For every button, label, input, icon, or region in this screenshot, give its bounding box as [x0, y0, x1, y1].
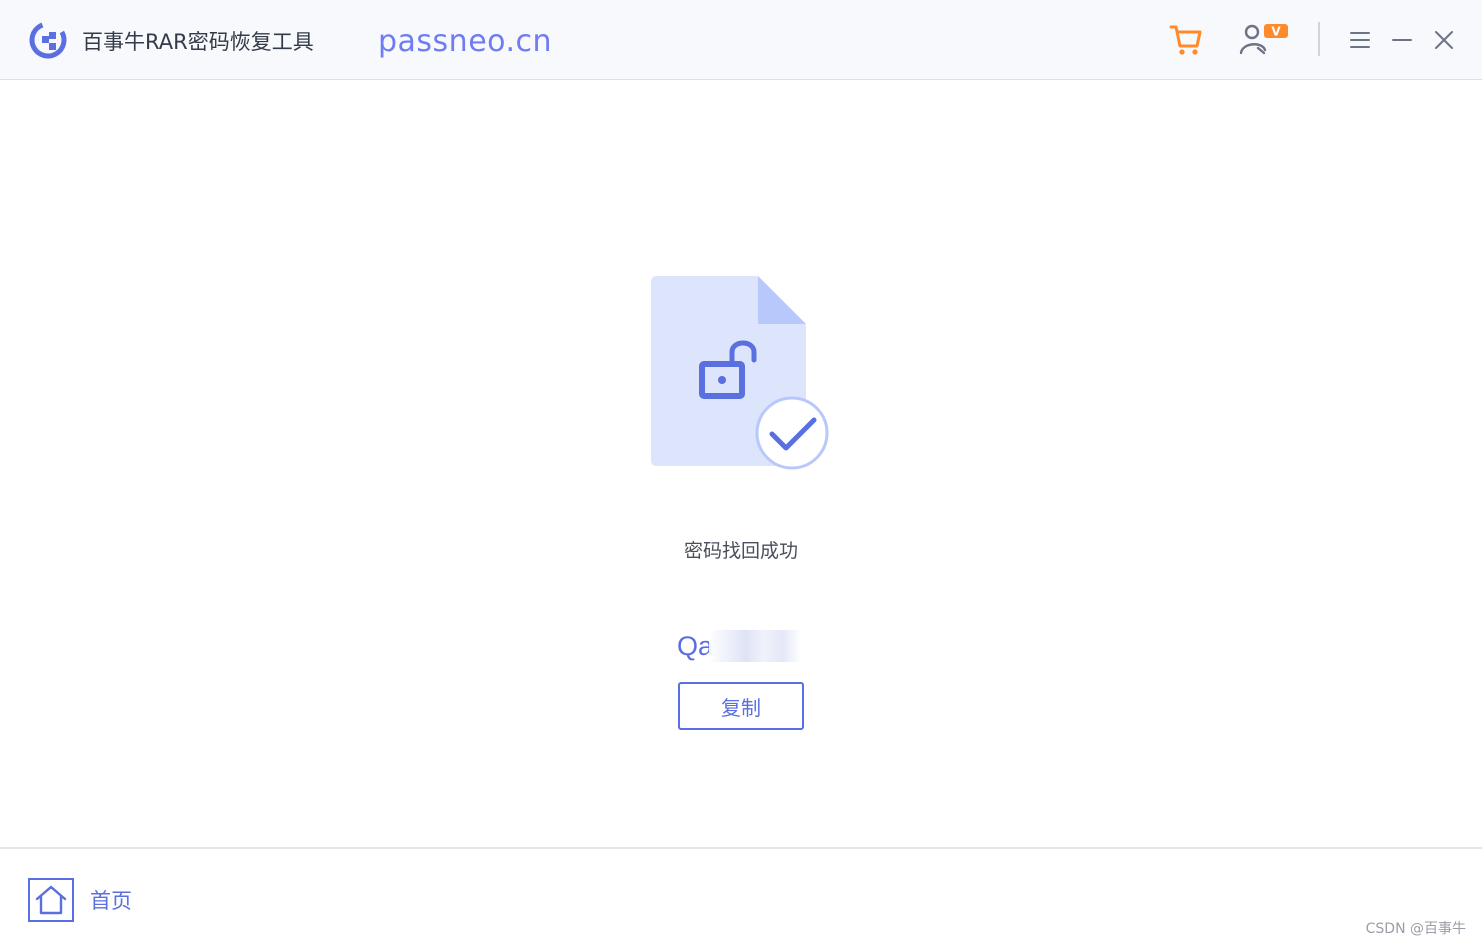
home-button[interactable]: 首页: [28, 878, 132, 922]
close-button[interactable]: [1424, 20, 1464, 60]
app-logo-icon: [29, 21, 67, 59]
footer-bar: 首页 CSDN @百事牛: [0, 847, 1482, 946]
minimize-icon: [1392, 39, 1412, 41]
password-text: Qa: [677, 630, 714, 661]
cart-button[interactable]: [1166, 20, 1206, 60]
copy-button[interactable]: 复制: [678, 682, 804, 730]
titlebar-divider: [1318, 22, 1320, 56]
user-account-button[interactable]: V: [1236, 20, 1292, 60]
recovered-password: Qa: [677, 629, 802, 663]
home-label: 首页: [90, 889, 132, 913]
vip-badge-text: V: [1271, 25, 1281, 39]
cart-icon: [1169, 25, 1202, 55]
app-window: 百事牛RAR密码恢复工具 passneo.cn V 密码找回成功 Qa 复制 首…: [0, 0, 1482, 946]
minimize-button[interactable]: [1382, 20, 1422, 60]
password-redaction-mask: [709, 630, 802, 662]
title-bar: 百事牛RAR密码恢复工具 passneo.cn V: [0, 0, 1482, 80]
csdn-watermark: CSDN @百事牛: [1365, 921, 1466, 937]
close-icon: [1435, 31, 1453, 49]
recovery-status-text: 密码找回成功: [683, 540, 798, 562]
menu-button[interactable]: [1340, 20, 1380, 60]
home-icon: [28, 878, 74, 922]
app-title: 百事牛RAR密码恢复工具: [82, 30, 314, 54]
unlocked-file-success-icon: [651, 276, 829, 470]
menu-icon: [1350, 32, 1370, 48]
watermark-url: passneo.cn: [378, 24, 553, 59]
user-vip-icon: V: [1239, 24, 1288, 55]
main-content: 密码找回成功 Qa 复制: [0, 81, 1482, 847]
